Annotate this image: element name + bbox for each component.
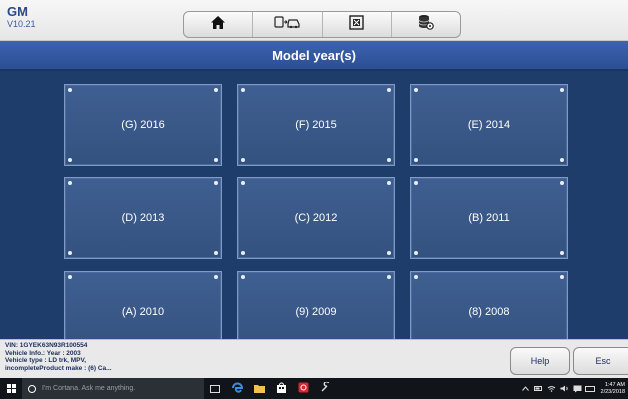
year-tile-c-2012[interactable]: (C) 2012: [237, 177, 395, 259]
vin-text: VIN: 1GYEK63N93R100554: [5, 342, 88, 349]
folder-icon: [253, 380, 265, 398]
windows-icon: [6, 380, 16, 398]
vehicle-swap-icon: [274, 15, 300, 34]
year-tile-b-2011[interactable]: (B) 2011: [410, 177, 568, 259]
edge-button[interactable]: [226, 378, 248, 399]
top-bar: GM V10.21: [0, 0, 628, 41]
help-button[interactable]: Help: [510, 347, 570, 375]
vehicle-type-text: Vehicle type : LD trk, MPV,: [5, 357, 87, 365]
year-tile-e-2014[interactable]: (E) 2014: [410, 84, 568, 166]
screenshot-button[interactable]: [323, 12, 392, 37]
year-label: (D) 2013: [121, 212, 165, 224]
wrench-icon: [320, 380, 331, 398]
battery-icon[interactable]: [532, 378, 545, 399]
start-button[interactable]: [0, 378, 22, 399]
year-tile-d-2013[interactable]: (D) 2013: [64, 177, 222, 259]
wifi-icon[interactable]: [545, 378, 558, 399]
edge-icon: [231, 380, 243, 398]
year-label: (C) 2012: [294, 212, 338, 224]
model-year-grid: (G) 2016 (F) 2015 (E) 2014 (D) 2013 (C) …: [0, 71, 628, 339]
screenshot-icon: [349, 14, 364, 35]
year-tile-g-2016[interactable]: (G) 2016: [64, 84, 222, 166]
page-title: Model year(s): [272, 47, 356, 63]
home-button[interactable]: [184, 12, 254, 37]
vehicle-info-bar: VIN: 1GYEK63N93R100554 Vehicle Info.: Ye…: [0, 339, 628, 379]
brand: GM V10.21: [7, 5, 36, 29]
clock[interactable]: 1:47 AM 2/23/2018: [597, 382, 628, 395]
app-version: V10.21: [7, 19, 36, 29]
task-view-icon: [210, 380, 220, 398]
system-tray: 1:47 AM 2/23/2018: [519, 378, 628, 399]
store-button[interactable]: [270, 378, 292, 399]
store-icon: [276, 380, 287, 398]
toolbar: [183, 11, 461, 38]
taskbar: I'm Cortana. Ask me anything. 1:47 AM 2/…: [0, 378, 628, 399]
tools-button[interactable]: [314, 378, 336, 399]
app-button[interactable]: [292, 378, 314, 399]
clock-time: 1:47 AM: [604, 382, 625, 388]
task-view-button[interactable]: [204, 378, 226, 399]
vehicle-swap-button[interactable]: [253, 12, 323, 37]
year-label: (F) 2015: [295, 119, 337, 131]
year-tile-f-2015[interactable]: (F) 2015: [237, 84, 395, 166]
esc-button[interactable]: Esc: [573, 347, 628, 375]
app-name: GM: [7, 4, 28, 19]
year-tile-8-2008[interactable]: (8) 2008: [410, 271, 568, 339]
app-icon: [298, 380, 309, 398]
volume-icon[interactable]: [558, 378, 571, 399]
year-tile-9-2009[interactable]: (9) 2009: [237, 271, 395, 339]
vehicle-make-text: incompleteProduct make : (6) Ca...: [5, 364, 112, 372]
tray-chevron-icon[interactable]: [519, 378, 532, 399]
year-label: (A) 2010: [121, 306, 165, 318]
file-explorer-button[interactable]: [248, 378, 270, 399]
cortana-icon: [28, 384, 36, 393]
home-icon: [210, 15, 226, 35]
vehicle-info: VIN: 1GYEK63N93R100554 Vehicle Info.: Ye…: [5, 342, 112, 372]
year-label: (B) 2011: [468, 212, 510, 224]
title-bar: Model year(s): [0, 41, 628, 71]
notification-icon[interactable]: [571, 378, 584, 399]
year-label: (G) 2016: [121, 119, 165, 131]
clock-date: 2/23/2018: [600, 388, 625, 395]
cortana-placeholder: I'm Cortana. Ask me anything.: [42, 385, 136, 392]
keyboard-icon[interactable]: [584, 378, 597, 399]
cortana-search-box[interactable]: I'm Cortana. Ask me anything.: [22, 378, 204, 399]
year-label: (E) 2014: [467, 119, 511, 131]
data-manager-icon: [418, 14, 434, 35]
year-tile-a-2010[interactable]: (A) 2010: [64, 271, 222, 339]
year-label: (8) 2008: [468, 306, 510, 318]
data-manager-button[interactable]: [392, 12, 460, 37]
year-label: (9) 2009: [295, 306, 337, 318]
vehicle-info-text: Vehicle Info.: Year : 2003: [5, 349, 81, 357]
